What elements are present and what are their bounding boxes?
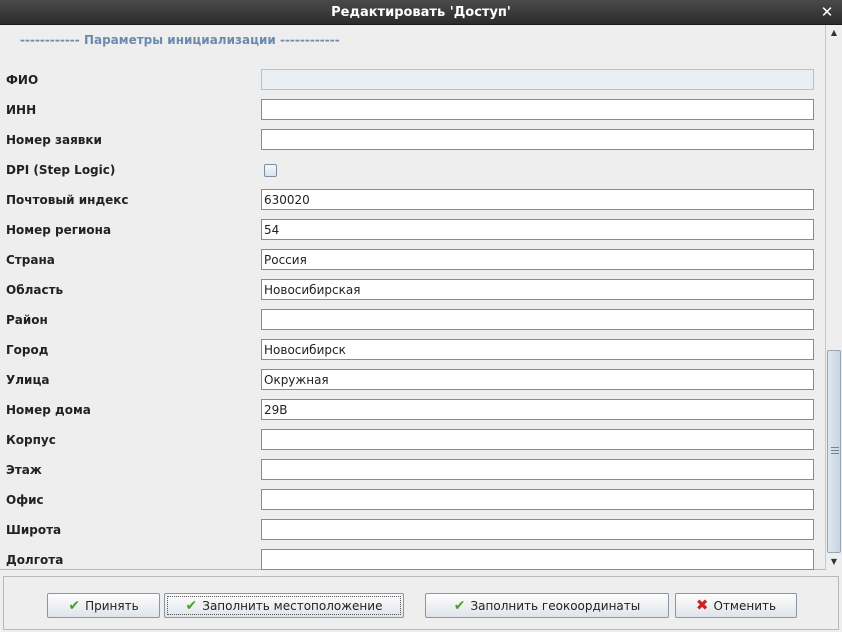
- form-row-inn: ИНН: [0, 95, 824, 125]
- form-row-region-number: Номер региона: [0, 215, 824, 245]
- check-icon: ✔: [453, 597, 466, 614]
- scroll-track[interactable]: [826, 41, 842, 554]
- close-icon[interactable]: ✕: [818, 3, 836, 21]
- request-number-field[interactable]: [261, 129, 814, 150]
- cancel-button-label: Отменить: [713, 598, 777, 613]
- postal-code-label: Почтовый индекс: [6, 193, 129, 207]
- fill-geo-button-label: Заполнить геокоординаты: [470, 598, 641, 613]
- office-label: Офис: [6, 493, 44, 507]
- form-row-request-number: Номер заявки: [0, 125, 824, 155]
- form-row-dpi: DPI (Step Logic): [0, 155, 824, 185]
- window-titlebar: Редактировать 'Доступ' ✕: [0, 0, 842, 25]
- form-row-building: Корпус: [0, 425, 824, 455]
- form-row-city: Город: [0, 335, 824, 365]
- street-field[interactable]: [261, 369, 814, 390]
- form-row-country: Страна: [0, 245, 824, 275]
- accept-button[interactable]: ✔ Принять: [47, 593, 160, 618]
- office-field[interactable]: [261, 489, 814, 510]
- accept-button-label: Принять: [85, 598, 139, 613]
- form-row-longitude: Долгота: [0, 545, 824, 570]
- floor-label: Этаж: [6, 463, 42, 477]
- city-label: Город: [6, 343, 49, 357]
- region-number-label: Номер региона: [6, 223, 112, 237]
- request-number-label: Номер заявки: [6, 133, 102, 147]
- district-field[interactable]: [261, 309, 814, 330]
- vertical-scrollbar[interactable]: ▲ ▼: [825, 25, 842, 570]
- form-row-street: Улица: [0, 365, 824, 395]
- form-row-postal-code: Почтовый индекс: [0, 185, 824, 215]
- inn-label: ИНН: [6, 103, 37, 117]
- fill-geo-button[interactable]: ✔ Заполнить геокоординаты: [425, 593, 669, 618]
- dpi-label: DPI (Step Logic): [6, 163, 116, 177]
- scroll-up-icon[interactable]: ▲: [826, 25, 842, 41]
- oblast-label: Область: [6, 283, 64, 297]
- form-row-fio: ФИО: [0, 65, 824, 95]
- cancel-button[interactable]: ✖ Отменить: [675, 593, 797, 618]
- fill-location-button-label: Заполнить местоположение: [202, 598, 383, 613]
- scroll-down-icon[interactable]: ▼: [826, 554, 842, 570]
- form-row-district: Район: [0, 305, 824, 335]
- longitude-field[interactable]: [261, 549, 814, 570]
- country-field[interactable]: [261, 249, 814, 270]
- longitude-label: Долгота: [6, 553, 64, 567]
- scroll-thumb[interactable]: [827, 350, 841, 553]
- form-row-office: Офис: [0, 485, 824, 515]
- district-label: Район: [6, 313, 48, 327]
- building-field[interactable]: [261, 429, 814, 450]
- fio-field: [261, 69, 814, 90]
- floor-field[interactable]: [261, 459, 814, 480]
- cross-icon: ✖: [695, 596, 709, 614]
- grip-icon: [831, 447, 839, 454]
- house-number-label: Номер дома: [6, 403, 91, 417]
- dialog-content: ------------ Параметры инициализации ---…: [0, 25, 842, 570]
- form-row-house-number: Номер дома: [0, 395, 824, 425]
- check-icon: ✔: [185, 597, 198, 614]
- section-header: ------------ Параметры инициализации ---…: [20, 33, 340, 47]
- window-title: Редактировать 'Доступ': [331, 5, 511, 20]
- dpi-checkbox[interactable]: [264, 164, 277, 177]
- region-number-field[interactable]: [261, 219, 814, 240]
- form-row-latitude: Широта: [0, 515, 824, 545]
- city-field[interactable]: [261, 339, 814, 360]
- latitude-label: Широта: [6, 523, 62, 537]
- country-label: Страна: [6, 253, 55, 267]
- inn-field[interactable]: [261, 99, 814, 120]
- street-label: Улица: [6, 373, 50, 387]
- fill-location-button[interactable]: ✔ Заполнить местоположение: [164, 593, 404, 618]
- form-area: ------------ Параметры инициализации ---…: [0, 25, 824, 570]
- check-icon: ✔: [68, 597, 81, 614]
- latitude-field[interactable]: [261, 519, 814, 540]
- postal-code-field[interactable]: [261, 189, 814, 210]
- form-row-floor: Этаж: [0, 455, 824, 485]
- button-bar: ✔ Принять ✔ Заполнить местоположение ✔ З…: [3, 576, 839, 630]
- house-number-field[interactable]: [261, 399, 814, 420]
- fio-label: ФИО: [6, 73, 39, 87]
- form-row-oblast: Область: [0, 275, 824, 305]
- building-label: Корпус: [6, 433, 56, 447]
- oblast-field[interactable]: [261, 279, 814, 300]
